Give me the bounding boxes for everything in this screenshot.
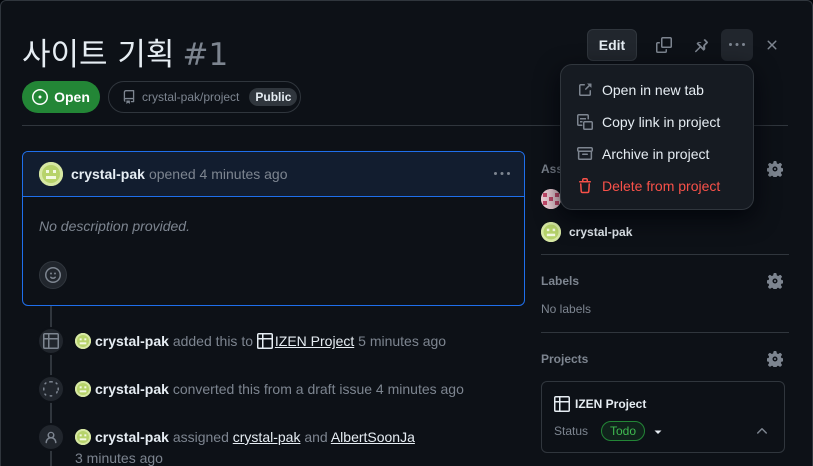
timeline-actor[interactable]: crystal-pak	[95, 429, 169, 445]
assignee-item[interactable]	[541, 189, 561, 209]
comment-body: No description provided.	[39, 218, 190, 234]
menu-item-archive[interactable]: Archive in project	[561, 138, 753, 170]
avatar	[541, 222, 561, 242]
chevron-up-icon[interactable]	[754, 423, 770, 439]
menu-item-label: Open in new tab	[602, 82, 704, 98]
status-label: Open	[54, 89, 90, 105]
page-title: 사이트 기획 #1	[22, 29, 228, 74]
edit-button[interactable]: Edit	[587, 29, 637, 61]
timeline-action: assigned	[172, 429, 229, 445]
project-status-value[interactable]: Todo	[601, 421, 646, 441]
issue-title: 사이트 기획	[22, 37, 175, 73]
kebab-horizontal-icon[interactable]	[721, 29, 753, 61]
gear-icon[interactable]	[766, 273, 784, 291]
assignee-link[interactable]: AlbertSoonJa	[331, 429, 415, 445]
timeline-action: added this to	[172, 333, 253, 349]
issue-number: #1	[182, 37, 229, 73]
timeline-item: crystal-pak added this to IZEN Project 5…	[37, 327, 446, 355]
table-icon	[554, 396, 570, 412]
timeline-time: 5 minutes ago	[358, 333, 447, 349]
project-card: IZEN Project Status Todo	[541, 381, 785, 453]
pin-icon[interactable]	[685, 29, 717, 61]
avatar[interactable]	[75, 333, 91, 349]
timeline-item: crystal-pak converted this from a draft …	[37, 375, 464, 403]
status-badge: Open	[22, 81, 100, 113]
project-status-label: Status	[554, 424, 589, 438]
comment-author[interactable]: crystal-pak	[71, 166, 145, 182]
avatar[interactable]	[75, 381, 91, 397]
link-external-icon	[579, 83, 592, 96]
menu-item-open-in-new-tab[interactable]: Open in new tab	[561, 74, 753, 106]
assignee-link[interactable]: crystal-pak	[233, 429, 301, 445]
add-reaction-button[interactable]	[39, 261, 67, 289]
gear-icon[interactable]	[766, 351, 784, 369]
project-name[interactable]: IZEN Project	[554, 396, 646, 412]
timeline-text: crystal-pak converted this from a draft …	[75, 375, 464, 400]
copy-link-icon	[577, 114, 593, 130]
smiley-icon	[45, 267, 61, 283]
timeline-item: crystal-pak assigned crystal-pak and Alb…	[37, 423, 435, 466]
issue-actions-menu: Open in new tab Copy link in project Arc…	[560, 64, 754, 210]
caret-down-icon[interactable]	[652, 425, 664, 437]
repo-name: crystal-pak/project	[142, 90, 240, 104]
timeline-action: converted this from a draft issue 4 minu…	[172, 381, 464, 397]
table-icon	[256, 333, 273, 349]
close-icon[interactable]	[756, 29, 788, 61]
timeline-and: and	[304, 429, 328, 445]
avatar[interactable]	[39, 162, 63, 186]
menu-item-delete[interactable]: Delete from project	[561, 170, 753, 202]
sidebar-divider	[541, 332, 789, 333]
trash-icon	[579, 178, 591, 194]
person-icon	[37, 423, 65, 451]
timeline-text: crystal-pak assigned crystal-pak and Alb…	[75, 423, 435, 466]
copy-icon[interactable]	[648, 29, 680, 61]
issue-panel: 사이트 기획 #1 Edit Open crystal-pak/project P…	[0, 0, 813, 466]
draft-issue-icon	[37, 375, 65, 403]
comment-action: opened 4 minutes ago	[148, 166, 288, 182]
assignee-name: crystal-pak	[569, 225, 633, 239]
issue-comment: crystal-pak opened 4 minutes ago No desc…	[22, 151, 525, 306]
labels-heading: Labels	[541, 274, 580, 288]
repo-icon	[123, 90, 135, 104]
comment-menu-icon[interactable]	[492, 164, 512, 184]
menu-item-label: Delete from project	[602, 178, 721, 194]
menu-item-copy-link[interactable]: Copy link in project	[561, 106, 753, 138]
timeline-time: 3 minutes ago	[75, 450, 163, 466]
sidebar-divider	[541, 254, 789, 255]
assignee-item[interactable]: crystal-pak	[541, 222, 632, 242]
table-icon	[37, 327, 65, 355]
issue-opened-icon	[32, 89, 49, 105]
avatar	[541, 189, 561, 209]
projects-heading: Projects	[541, 352, 589, 366]
avatar[interactable]	[75, 429, 91, 445]
menu-item-label: Archive in project	[602, 146, 710, 162]
visibility-badge: Public	[249, 88, 298, 106]
menu-item-label: Copy link in project	[602, 114, 721, 130]
timeline-actor[interactable]: crystal-pak	[95, 333, 169, 349]
timeline-text: crystal-pak added this to IZEN Project 5…	[75, 327, 446, 352]
timeline-actor[interactable]: crystal-pak	[95, 381, 169, 397]
repo-link[interactable]: crystal-pak/project Public	[108, 81, 301, 113]
gear-icon[interactable]	[766, 161, 784, 179]
project-name-label: IZEN Project	[575, 397, 647, 411]
archive-icon	[577, 147, 593, 160]
project-link[interactable]: IZEN Project	[275, 333, 354, 349]
labels-value: No labels	[541, 302, 592, 316]
comment-header: crystal-pak opened 4 minutes ago	[23, 152, 524, 197]
